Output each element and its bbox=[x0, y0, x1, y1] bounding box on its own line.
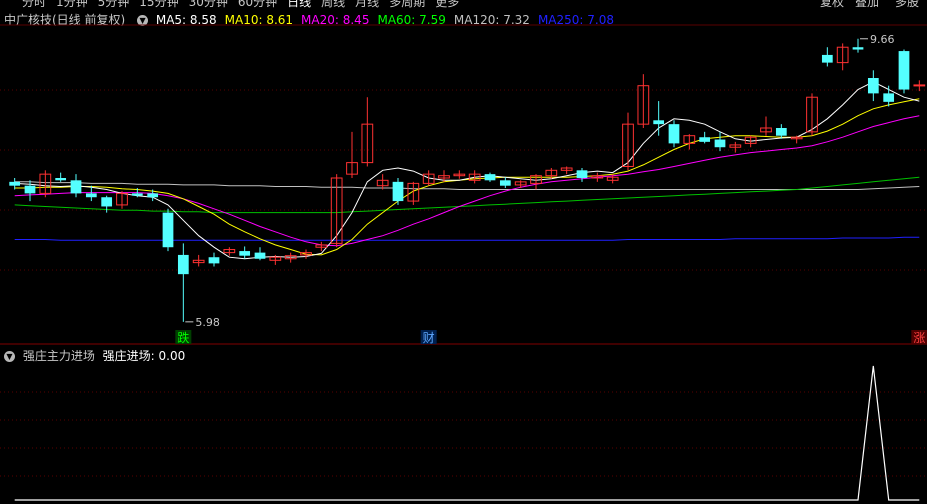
candle-body bbox=[898, 51, 910, 90]
indicator-value: 强庄进场: 0.00 bbox=[102, 349, 186, 363]
candle-body bbox=[699, 137, 711, 142]
candle-body bbox=[576, 170, 588, 178]
candle-body bbox=[208, 257, 220, 264]
candle-body bbox=[254, 252, 266, 259]
candle-body bbox=[867, 78, 879, 94]
candlestick-chart: 9.66 5.98 跌 财 涨 bbox=[0, 24, 927, 501]
indicator-legend: ▼ 强庄主力进场 强庄进场: 0.00 bbox=[4, 347, 185, 364]
candle-body bbox=[55, 178, 67, 181]
ma250-line bbox=[14, 236, 920, 241]
candle-body bbox=[147, 193, 159, 198]
event-marker: 涨 bbox=[913, 330, 925, 345]
candle-body bbox=[101, 197, 113, 207]
candle-body bbox=[499, 180, 511, 186]
candle-body bbox=[714, 139, 726, 148]
candle-body bbox=[70, 180, 82, 194]
low-price-label: 5.98 bbox=[195, 316, 220, 329]
candle-body bbox=[24, 185, 36, 194]
ma120-line bbox=[14, 181, 920, 190]
ma5-line bbox=[14, 81, 920, 260]
candle-body bbox=[162, 212, 174, 248]
candle-body bbox=[668, 124, 680, 144]
candle-body bbox=[653, 120, 665, 125]
candle-body bbox=[239, 251, 251, 256]
indicator-line bbox=[14, 365, 920, 501]
event-marker: 财 bbox=[423, 331, 435, 345]
candle-body bbox=[177, 254, 189, 275]
candle-body bbox=[913, 84, 926, 87]
candle-body bbox=[392, 181, 404, 202]
indicator-name: 强庄主力进场 bbox=[22, 349, 95, 363]
chevron-down-icon[interactable]: ▼ bbox=[4, 351, 15, 362]
event-marker: 跌 bbox=[177, 330, 189, 345]
candle-body bbox=[775, 128, 787, 136]
candle-body bbox=[852, 47, 864, 50]
candle-body bbox=[883, 93, 895, 102]
ma10-line bbox=[14, 98, 920, 256]
candle-body bbox=[484, 174, 496, 181]
candle-body bbox=[85, 193, 97, 198]
candle-body bbox=[131, 193, 143, 196]
candle-body bbox=[9, 181, 21, 186]
high-price-label: 9.66 bbox=[870, 33, 895, 46]
candle-body bbox=[821, 54, 833, 63]
